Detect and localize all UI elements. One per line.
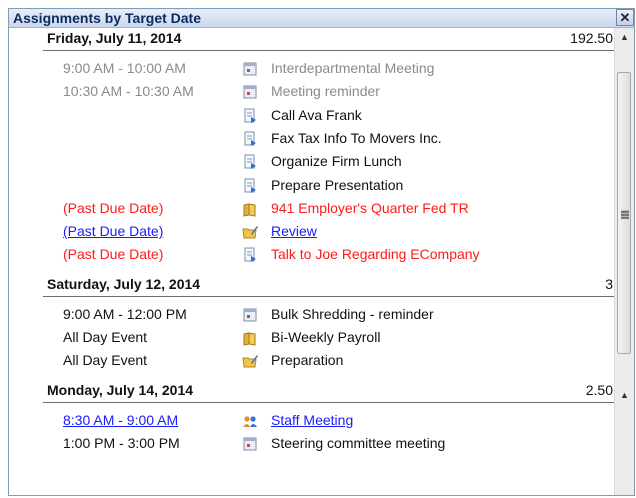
assignment-subject: Interdepartmental Meeting	[271, 60, 435, 76]
close-button[interactable]: ✕	[616, 9, 634, 26]
assignment-time: All Day Event	[63, 352, 148, 369]
assignment-time: 9:00 AM - 12:00 PM	[63, 305, 187, 322]
assignment-subject[interactable]: Review	[271, 223, 317, 239]
panel-titlebar: Assignments by Target Date ✕	[9, 9, 634, 28]
assignment-subject: Call Ava Frank	[271, 106, 362, 123]
assignment-subject: Preparation	[271, 352, 344, 369]
task-icon	[242, 178, 258, 194]
assignment-row[interactable]: All Day Event Preparation	[9, 350, 615, 372]
calendar-icon	[242, 307, 258, 323]
date-group-title: Monday, July 14, 2014	[47, 381, 194, 398]
assignment-row[interactable]: (Past Due Date) Talk to Joe Regarding ECo…	[9, 244, 615, 266]
assignments-list: Friday, July 11, 2014 192.50 9:00 AM - 10:…	[9, 28, 615, 495]
date-group-title: Saturday, July 12, 2014	[47, 275, 201, 292]
scroll-down-button[interactable]: ▲	[615, 386, 634, 404]
assignment-subject: Prepare Presentation	[271, 176, 404, 193]
assignment-time: All Day Event	[63, 329, 148, 345]
assignment-row[interactable]: Organize Firm Lunch	[9, 151, 615, 173]
assignment-time[interactable]: 8:30 AM - 9:00 AM	[63, 412, 178, 428]
assignment-subject: Steering committee meeting	[271, 434, 446, 451]
scroll-up-icon: ▲	[620, 32, 629, 42]
calendar-icon	[242, 61, 258, 77]
folder-pencil-icon	[242, 353, 258, 369]
assignment-time: 1:00 PM - 3:00 PM	[63, 434, 180, 451]
assignment-row[interactable]: Call Ava Frank	[9, 105, 615, 127]
grip-icon: ▬ ▬ ▬	[621, 206, 629, 221]
scroll-down-icon: ▲	[620, 390, 629, 400]
close-icon: ✕	[619, 10, 631, 25]
assignment-subject: 941 Employer's Quarter Fed TR	[271, 199, 469, 216]
assignment-subject[interactable]: Staff Meeting	[271, 412, 353, 428]
date-group-header: Saturday, July 12, 2014 3	[43, 274, 615, 297]
assignment-row[interactable]: 10:30 AM - 10:30 AM Meeting reminder	[9, 81, 615, 103]
assignment-row[interactable]: Prepare Presentation	[9, 175, 615, 197]
assignment-subject: Meeting reminder	[271, 83, 380, 100]
assignment-subject: Fax Tax Info To Movers Inc.	[271, 129, 442, 146]
date-group-header: Friday, July 11, 2014 192.50	[43, 28, 615, 51]
folder-pencil-icon	[242, 224, 258, 240]
assignment-time: (Past Due Date)	[63, 246, 164, 263]
date-group-header: Monday, July 14, 2014 2.50	[43, 380, 615, 403]
date-group-total: 3	[605, 275, 613, 292]
assignment-time[interactable]: (Past Due Date)	[63, 223, 163, 239]
scroll-thumb[interactable]: ▬ ▬ ▬	[617, 72, 631, 354]
assignments-panel: Assignments by Target Date ✕ Friday, Jul…	[8, 8, 635, 496]
panel-title: Assignments by Target Date	[13, 10, 202, 26]
assignment-time: 9:00 AM - 10:00 AM	[63, 60, 186, 76]
people-icon	[242, 413, 258, 429]
assignment-subject: Organize Firm Lunch	[271, 153, 402, 170]
date-group-title: Friday, July 11, 2014	[47, 30, 182, 46]
vertical-scrollbar[interactable]: ▲ ▬ ▬ ▬ ▲	[614, 28, 634, 495]
assignment-row[interactable]: 8:30 AM - 9:00 AM Staff Meeting	[9, 410, 615, 432]
assignment-time: 10:30 AM - 10:30 AM	[63, 83, 194, 100]
task-icon	[242, 154, 258, 170]
assignment-row[interactable]: All Day Event Bi-Weekly Payroll	[9, 327, 615, 349]
assignment-time: (Past Due Date)	[63, 199, 164, 216]
date-group-total: 192.50	[570, 30, 613, 46]
task-icon	[242, 108, 258, 124]
assignment-row[interactable]: 9:00 AM - 12:00 PM Bulk Shredding - remin…	[9, 304, 615, 326]
scroll-up-button[interactable]: ▲	[615, 28, 634, 46]
project-icon	[242, 330, 258, 346]
task-icon	[242, 131, 258, 147]
assignment-subject: Bulk Shredding - reminder	[271, 305, 434, 322]
assignment-row[interactable]: 9:00 AM - 10:00 AM Interdepartmental Meet…	[9, 58, 615, 80]
assignment-subject: Talk to Joe Regarding ECompany	[271, 246, 480, 263]
task-icon	[242, 247, 258, 263]
assignment-row[interactable]: (Past Due Date) 941 Employer's Quarter Fe…	[9, 198, 615, 220]
project-icon	[242, 201, 258, 217]
assignment-row[interactable]: Fax Tax Info To Movers Inc.	[9, 128, 615, 150]
assignment-row[interactable]: 1:00 PM - 3:00 PM Steering committee meet…	[9, 433, 615, 455]
assignment-row[interactable]: (Past Due Date) Review	[9, 221, 615, 243]
assignment-subject: Bi-Weekly Payroll	[271, 329, 381, 345]
calendar-icon	[242, 84, 258, 100]
date-group-total: 2.50	[585, 381, 613, 398]
calendar-icon	[242, 436, 258, 452]
